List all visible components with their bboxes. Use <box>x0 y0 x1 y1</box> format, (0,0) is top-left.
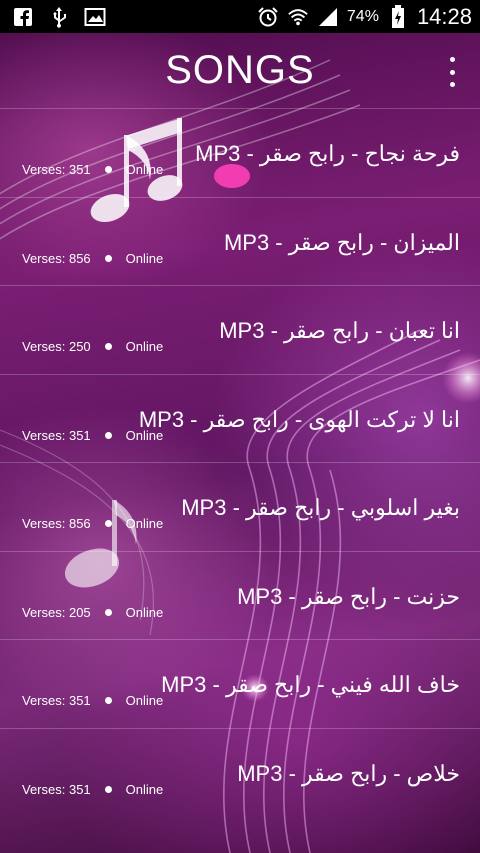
separator-dot <box>104 431 112 439</box>
verses-count: Verses: 856 <box>22 516 91 531</box>
image-icon <box>84 6 106 28</box>
verses-count: Verses: 250 <box>22 339 91 354</box>
song-meta: Verses: 351 Online <box>22 428 163 443</box>
song-title: بغير اسلوبي - رابح صقر - MP3 <box>181 495 460 520</box>
facebook-icon <box>12 6 34 28</box>
list-item[interactable]: خلاص - رابح صقر - MP3 Verses: 351 Online <box>0 727 480 817</box>
status-label: Online <box>125 693 164 708</box>
song-title: خلاص - رابح صقر - MP3 <box>237 760 460 786</box>
status-label: Online <box>125 162 164 177</box>
song-title: خاف الله فيني - رابح صقر - MP3 <box>161 672 460 697</box>
separator-dot <box>104 254 112 262</box>
song-meta: Verses: 351 Online <box>22 162 163 177</box>
song-title: حزنت - رابح صقر - MP3 <box>237 583 460 609</box>
app-bar: SONGS <box>0 33 480 108</box>
status-bar: 74% 14:28 <box>0 0 480 33</box>
wifi-icon <box>287 6 309 28</box>
list-item[interactable]: خاف الله فيني - رابح صقر - MP3 Verses: 3… <box>0 639 480 728</box>
status-label: Online <box>125 427 164 443</box>
song-meta: Verses: 351 Online <box>22 693 163 708</box>
verses-count: Verses: 351 <box>22 693 91 708</box>
separator-dot <box>104 785 112 793</box>
page-title: SONGS <box>165 48 315 92</box>
status-label: Online <box>125 250 164 266</box>
battery-icon <box>387 4 409 28</box>
separator-dot <box>104 520 112 527</box>
list-item[interactable]: الميزان - رابح صقر - MP3 Verses: 856 Onl… <box>0 196 480 286</box>
usb-icon <box>48 6 70 28</box>
list-item[interactable]: بغير اسلوبي - رابح صقر - MP3 Verses: 856… <box>0 462 480 551</box>
song-meta: Verses: 856 Online <box>22 516 163 531</box>
song-meta: Verses: 205 Online <box>22 605 163 620</box>
separator-dot <box>104 608 112 616</box>
verses-count: Verses: 351 <box>22 427 91 443</box>
list-item[interactable]: فرحة نجاح - رابح صقر - MP3 Verses: 351 O… <box>0 108 480 197</box>
alarm-icon <box>257 6 279 28</box>
song-title: انا تعبان - رابح صقر - MP3 <box>219 318 460 343</box>
separator-dot <box>104 697 112 704</box>
verses-count: Verses: 205 <box>22 604 91 620</box>
song-meta: Verses: 351 Online <box>22 782 163 797</box>
status-label: Online <box>125 516 164 531</box>
status-label: Online <box>125 339 164 354</box>
signal-icon <box>317 6 339 28</box>
clock: 14:28 <box>416 3 472 29</box>
song-title: الميزان - رابح صقر - MP3 <box>223 229 460 255</box>
overflow-menu-icon[interactable] <box>442 57 462 87</box>
separator-dot <box>104 166 112 173</box>
song-title: انا لا تركت الهوى - رابح صقر - MP3 <box>138 406 460 432</box>
separator-dot <box>104 343 112 350</box>
status-label: Online <box>125 604 164 620</box>
status-label: Online <box>125 781 164 797</box>
verses-count: Verses: 351 <box>22 781 91 797</box>
song-meta: Verses: 856 Online <box>22 251 163 266</box>
battery-percent: 74% <box>346 7 379 25</box>
song-meta: Verses: 250 Online <box>22 339 163 354</box>
song-title: فرحة نجاح - رابح صقر - MP3 <box>195 141 460 166</box>
list-item[interactable]: انا لا تركت الهوى - رابح صقر - MP3 Verse… <box>0 373 480 463</box>
list-item[interactable]: انا تعبان - رابح صقر - MP3 Verses: 250 O… <box>0 285 480 374</box>
song-list: فرحة نجاح - رابح صقر - MP3 Verses: 351 O… <box>0 108 480 816</box>
verses-count: Verses: 351 <box>22 162 91 177</box>
list-item[interactable]: حزنت - رابح صقر - MP3 Verses: 205 Online <box>0 550 480 640</box>
verses-count: Verses: 856 <box>22 250 91 266</box>
